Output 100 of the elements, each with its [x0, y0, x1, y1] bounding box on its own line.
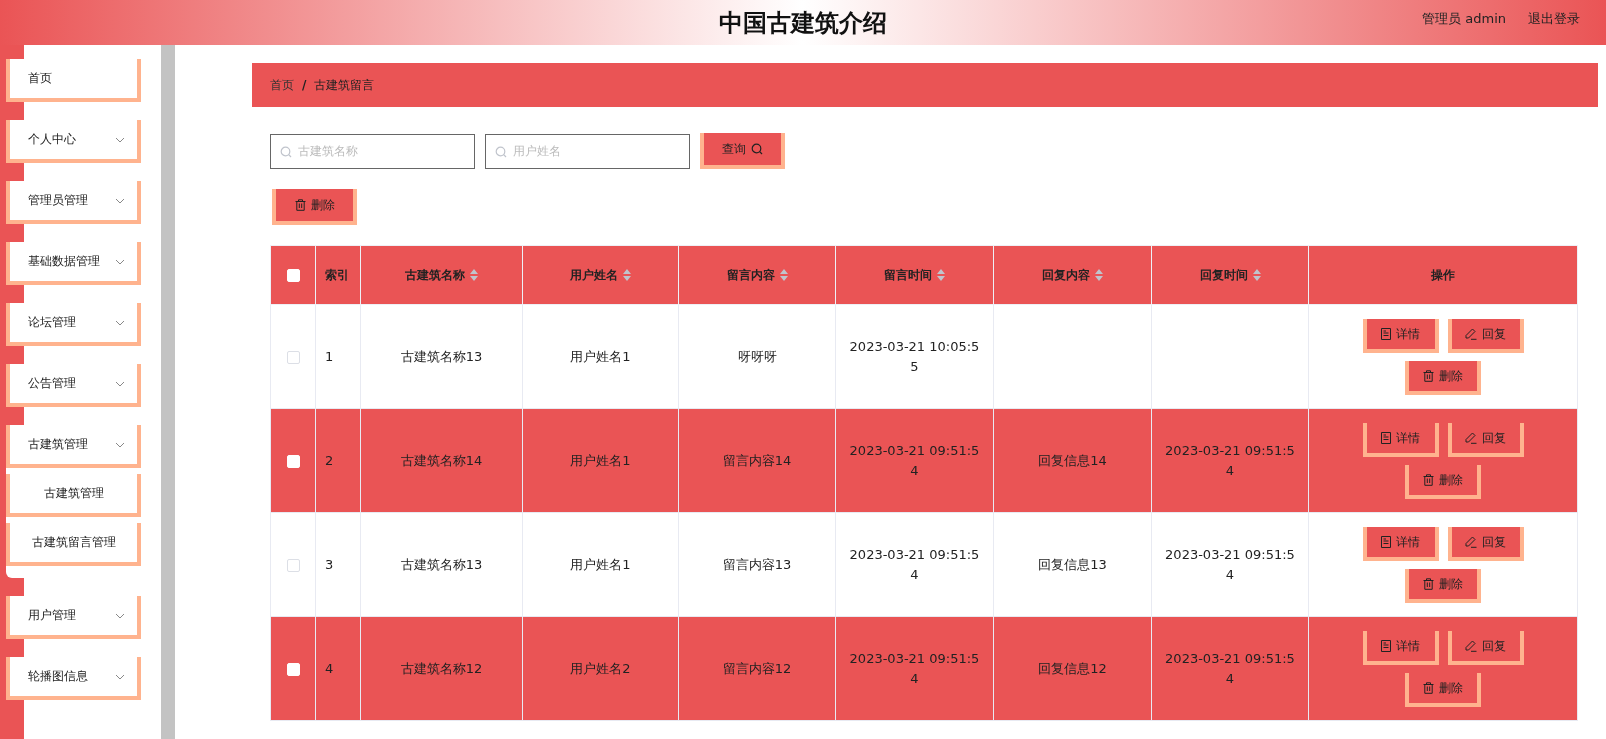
breadcrumb-link[interactable]: 古建筑留言 [314, 76, 375, 94]
reply-button[interactable]: 回复 [1447, 630, 1524, 665]
chevron-icon [115, 258, 125, 265]
row-checkbox[interactable] [286, 350, 300, 364]
table-cell: 回复信息12 [993, 616, 1152, 721]
search-button[interactable]: 查询 [700, 133, 785, 169]
trash-icon [1423, 577, 1434, 590]
column-header[interactable]: 古建筑名称 [360, 245, 523, 305]
table-cell: 2023-03-21 09:51:54 [1151, 408, 1309, 513]
sidebar-item[interactable]: 用户管理 [6, 596, 141, 639]
search-field[interactable]: 用户姓名 [485, 133, 690, 169]
detail-button[interactable]: 详情 [1362, 630, 1439, 665]
chevron-icon [115, 319, 125, 326]
column-header[interactable]: 回复时间 [1151, 245, 1309, 305]
document-icon [1381, 535, 1391, 548]
detail-button[interactable]: 详情 [1362, 422, 1439, 457]
sort-icon [937, 269, 945, 281]
search-field[interactable]: 古建筑名称 [270, 133, 475, 169]
pencil-icon [1465, 431, 1477, 444]
sidebar-item[interactable]: 古建筑管理 [6, 425, 141, 468]
trash-icon [294, 199, 306, 211]
table-cell: 2023-03-21 09:51:54 [835, 616, 994, 721]
table-cell: 回复信息14 [993, 408, 1152, 513]
search-icon [495, 145, 507, 158]
sort-icon [1095, 269, 1103, 281]
column-header[interactable]: 操作 [1308, 245, 1578, 305]
table-cell: 留言内容14 [678, 408, 836, 513]
sort-icon [1252, 269, 1261, 281]
trash-icon [1423, 473, 1434, 486]
table-cell: 2023-03-21 09:51:54 [1151, 512, 1309, 617]
delete-button[interactable]: 删除 [272, 189, 357, 225]
sidebar-item[interactable]: 轮播图信息 [6, 657, 141, 700]
table-cell: 1 [315, 304, 361, 409]
user-label: 管理员 admin [1422, 10, 1506, 28]
submenu-item[interactable]: 古建筑管理 [6, 474, 141, 517]
table-cell: 回复信息13 [993, 512, 1152, 617]
detail-button[interactable]: 详情 [1362, 526, 1439, 561]
select-all-checkbox[interactable] [286, 269, 300, 282]
sidebar-item[interactable]: 首页 [6, 59, 141, 102]
table-cell: 古建筑名称13 [360, 304, 523, 409]
trash-icon [1423, 369, 1434, 382]
column-header[interactable]: 留言内容 [678, 245, 836, 305]
delete-button[interactable]: 删除 [1405, 360, 1481, 395]
reply-button[interactable]: 回复 [1447, 422, 1524, 457]
delete-button[interactable]: 删除 [1405, 672, 1481, 707]
table-cell: 2023-03-21 10:05:55 [835, 304, 994, 409]
pencil-icon [1465, 327, 1477, 340]
pencil-icon [1465, 639, 1477, 652]
sort-icon [623, 269, 631, 281]
table-cell: 用户姓名1 [522, 408, 679, 513]
table-cell: 留言内容13 [678, 512, 836, 617]
reply-button[interactable]: 回复 [1447, 318, 1524, 353]
table-cell: 用户姓名2 [522, 616, 679, 721]
sidebar-item[interactable]: 管理员管理 [6, 181, 141, 224]
chevron-icon [115, 380, 125, 387]
chevron-icon [115, 136, 125, 143]
chevron-icon [115, 441, 125, 448]
sidebar-item[interactable]: 论坛管理 [6, 303, 141, 346]
column-header[interactable]: 留言时间 [835, 245, 994, 305]
delete-button[interactable]: 删除 [1405, 568, 1481, 603]
table-cell: 用户姓名1 [522, 512, 679, 617]
document-icon [1381, 431, 1391, 444]
delete-button[interactable]: 删除 [1405, 464, 1481, 499]
search-icon [280, 145, 292, 158]
column-header[interactable]: 索引 [315, 245, 361, 305]
sort-icon [779, 269, 788, 281]
pencil-icon [1465, 535, 1477, 548]
table-cell: 3 [315, 512, 361, 617]
table-cell: 古建筑名称13 [360, 512, 523, 617]
detail-button[interactable]: 详情 [1362, 318, 1439, 353]
chevron-icon [115, 673, 125, 680]
row-checkbox[interactable] [286, 558, 300, 572]
sort-icon [470, 269, 478, 281]
search-icon [751, 143, 763, 155]
table-cell: 2023-03-21 09:51:54 [835, 408, 994, 513]
table-cell: 留言内容12 [678, 616, 836, 721]
table-cell: 古建筑名称12 [360, 616, 523, 721]
table-cell: 古建筑名称14 [360, 408, 523, 513]
table-cell: 2023-03-21 09:51:54 [835, 512, 994, 617]
trash-icon [1423, 681, 1434, 694]
table-cell: 2023-03-21 09:51:54 [1151, 616, 1309, 721]
column-header[interactable]: 回复内容 [993, 245, 1152, 305]
table-cell: 呀呀呀 [678, 304, 836, 409]
breadcrumb-separator: / [302, 78, 307, 92]
breadcrumb-link[interactable]: 首页 [270, 76, 294, 94]
sidebar-item[interactable]: 公告管理 [6, 364, 141, 407]
chevron-icon [115, 197, 125, 204]
document-icon [1381, 327, 1391, 340]
column-header[interactable]: 用户姓名 [522, 245, 679, 305]
table-cell: 用户姓名1 [522, 304, 679, 409]
sidebar-item[interactable]: 个人中心 [6, 120, 141, 163]
table-cell: 2 [315, 408, 361, 513]
site-title: 中国古建筑介绍 [719, 7, 887, 39]
chevron-icon [115, 612, 125, 619]
table-cell: 4 [315, 616, 361, 721]
reply-button[interactable]: 回复 [1447, 526, 1524, 561]
document-icon [1381, 639, 1391, 652]
submenu-item[interactable]: 古建筑留言管理 [6, 523, 141, 566]
sidebar-item[interactable]: 基础数据管理 [6, 242, 141, 285]
logout-link[interactable]: 退出登录 [1528, 10, 1580, 28]
